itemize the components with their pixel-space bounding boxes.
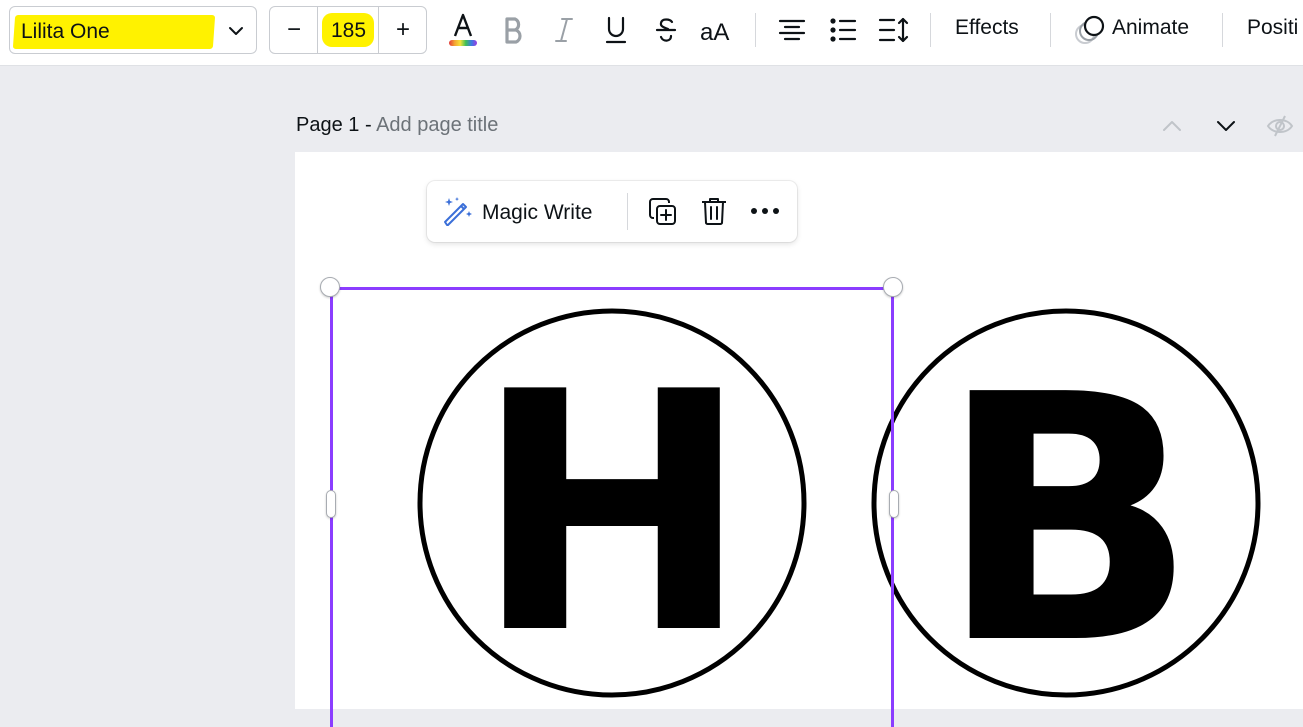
divider <box>627 193 628 230</box>
resize-handle-right[interactable] <box>889 490 899 518</box>
resize-handle-top-left[interactable] <box>320 277 340 297</box>
duplicate-icon[interactable] <box>648 197 678 227</box>
resize-handle-left[interactable] <box>326 490 336 518</box>
trash-icon[interactable] <box>700 196 728 226</box>
selection-frame[interactable] <box>330 287 894 727</box>
magic-write-icon <box>444 197 472 226</box>
letter-b-circle[interactable]: B <box>871 308 1261 709</box>
resize-handle-top-right[interactable] <box>883 277 903 297</box>
more-icon[interactable] <box>750 205 780 217</box>
magic-write-button[interactable]: Magic Write <box>482 201 592 225</box>
letter-b: B <box>938 323 1197 709</box>
element-floating-toolbar: Magic Write <box>427 181 797 242</box>
